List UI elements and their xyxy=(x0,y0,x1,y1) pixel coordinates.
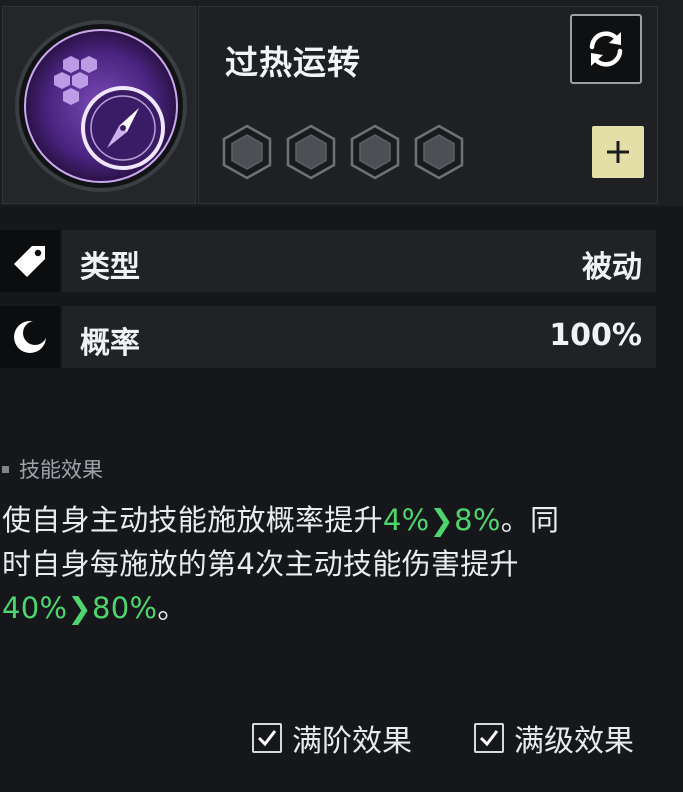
empty-slot-icon[interactable] xyxy=(413,124,465,180)
stat-label: 概率 xyxy=(80,326,140,361)
add-icon xyxy=(607,141,629,163)
value-from: 4% xyxy=(382,503,430,537)
desc-text: 。 xyxy=(157,591,187,625)
desc-line: 时自身每施放的第4次主动技能伤害提升 xyxy=(2,542,680,586)
stat-value: 被动 xyxy=(582,250,642,285)
tag-icon-box xyxy=(0,230,60,292)
upgrade-arrow-icon: ❯ xyxy=(429,503,455,537)
moon-icon-box xyxy=(0,306,60,368)
stat-body: 概率 100% xyxy=(62,306,656,368)
stat-label: 类型 xyxy=(80,250,140,285)
empty-slot-icon[interactable] xyxy=(285,124,337,180)
moon-icon xyxy=(14,321,47,353)
check-icon xyxy=(479,730,499,747)
skill-icon-frame[interactable] xyxy=(2,6,196,204)
skill-name: 过热运转 xyxy=(225,43,361,82)
bullet-icon xyxy=(2,465,9,473)
value-to: 80% xyxy=(91,591,158,625)
value-to: 8% xyxy=(454,503,501,537)
max-rank-effect-toggle[interactable]: 满阶效果 xyxy=(252,716,412,760)
tag-icon xyxy=(14,246,45,277)
stat-row-probability: 概率 100% xyxy=(0,306,656,368)
empty-slot-icon[interactable] xyxy=(221,124,273,180)
desc-text: 。同 xyxy=(500,503,560,537)
desc-line: 40%❯80%。 xyxy=(2,586,680,630)
stat-value: 100% xyxy=(549,318,642,353)
checkbox[interactable] xyxy=(252,723,282,753)
upgrade-arrow-icon: ❯ xyxy=(67,591,92,625)
refresh-icon xyxy=(589,31,623,67)
desc-text: 时自身每施放的第4次主动技能伤害提升 xyxy=(2,547,519,581)
rune-slots xyxy=(221,124,465,180)
stat-body: 类型 被动 xyxy=(62,230,656,292)
toggle-label: 满阶效果 xyxy=(292,724,412,759)
refresh-button[interactable] xyxy=(570,14,642,84)
empty-slot-icon[interactable] xyxy=(349,124,401,180)
effect-title-text: 技能效果 xyxy=(19,458,103,482)
max-level-effect-toggle[interactable]: 满级效果 xyxy=(474,716,634,760)
checkbox[interactable] xyxy=(474,723,504,753)
stat-row-type: 类型 被动 xyxy=(0,230,656,292)
add-button[interactable] xyxy=(592,126,644,178)
effect-description: 使自身主动技能施放概率提升4%❯8%。同 时自身每施放的第4次主动技能伤害提升 … xyxy=(2,498,680,630)
value-from: 40% xyxy=(2,591,68,625)
toggle-label: 满级效果 xyxy=(514,724,634,759)
desc-line: 使自身主动技能施放概率提升4%❯8%。同 xyxy=(2,498,680,542)
desc-text: 使自身主动技能施放概率提升 xyxy=(2,503,383,537)
compass-gear-icon xyxy=(15,20,187,192)
effect-section-title: 技能效果 xyxy=(2,454,103,484)
check-icon xyxy=(257,730,277,747)
